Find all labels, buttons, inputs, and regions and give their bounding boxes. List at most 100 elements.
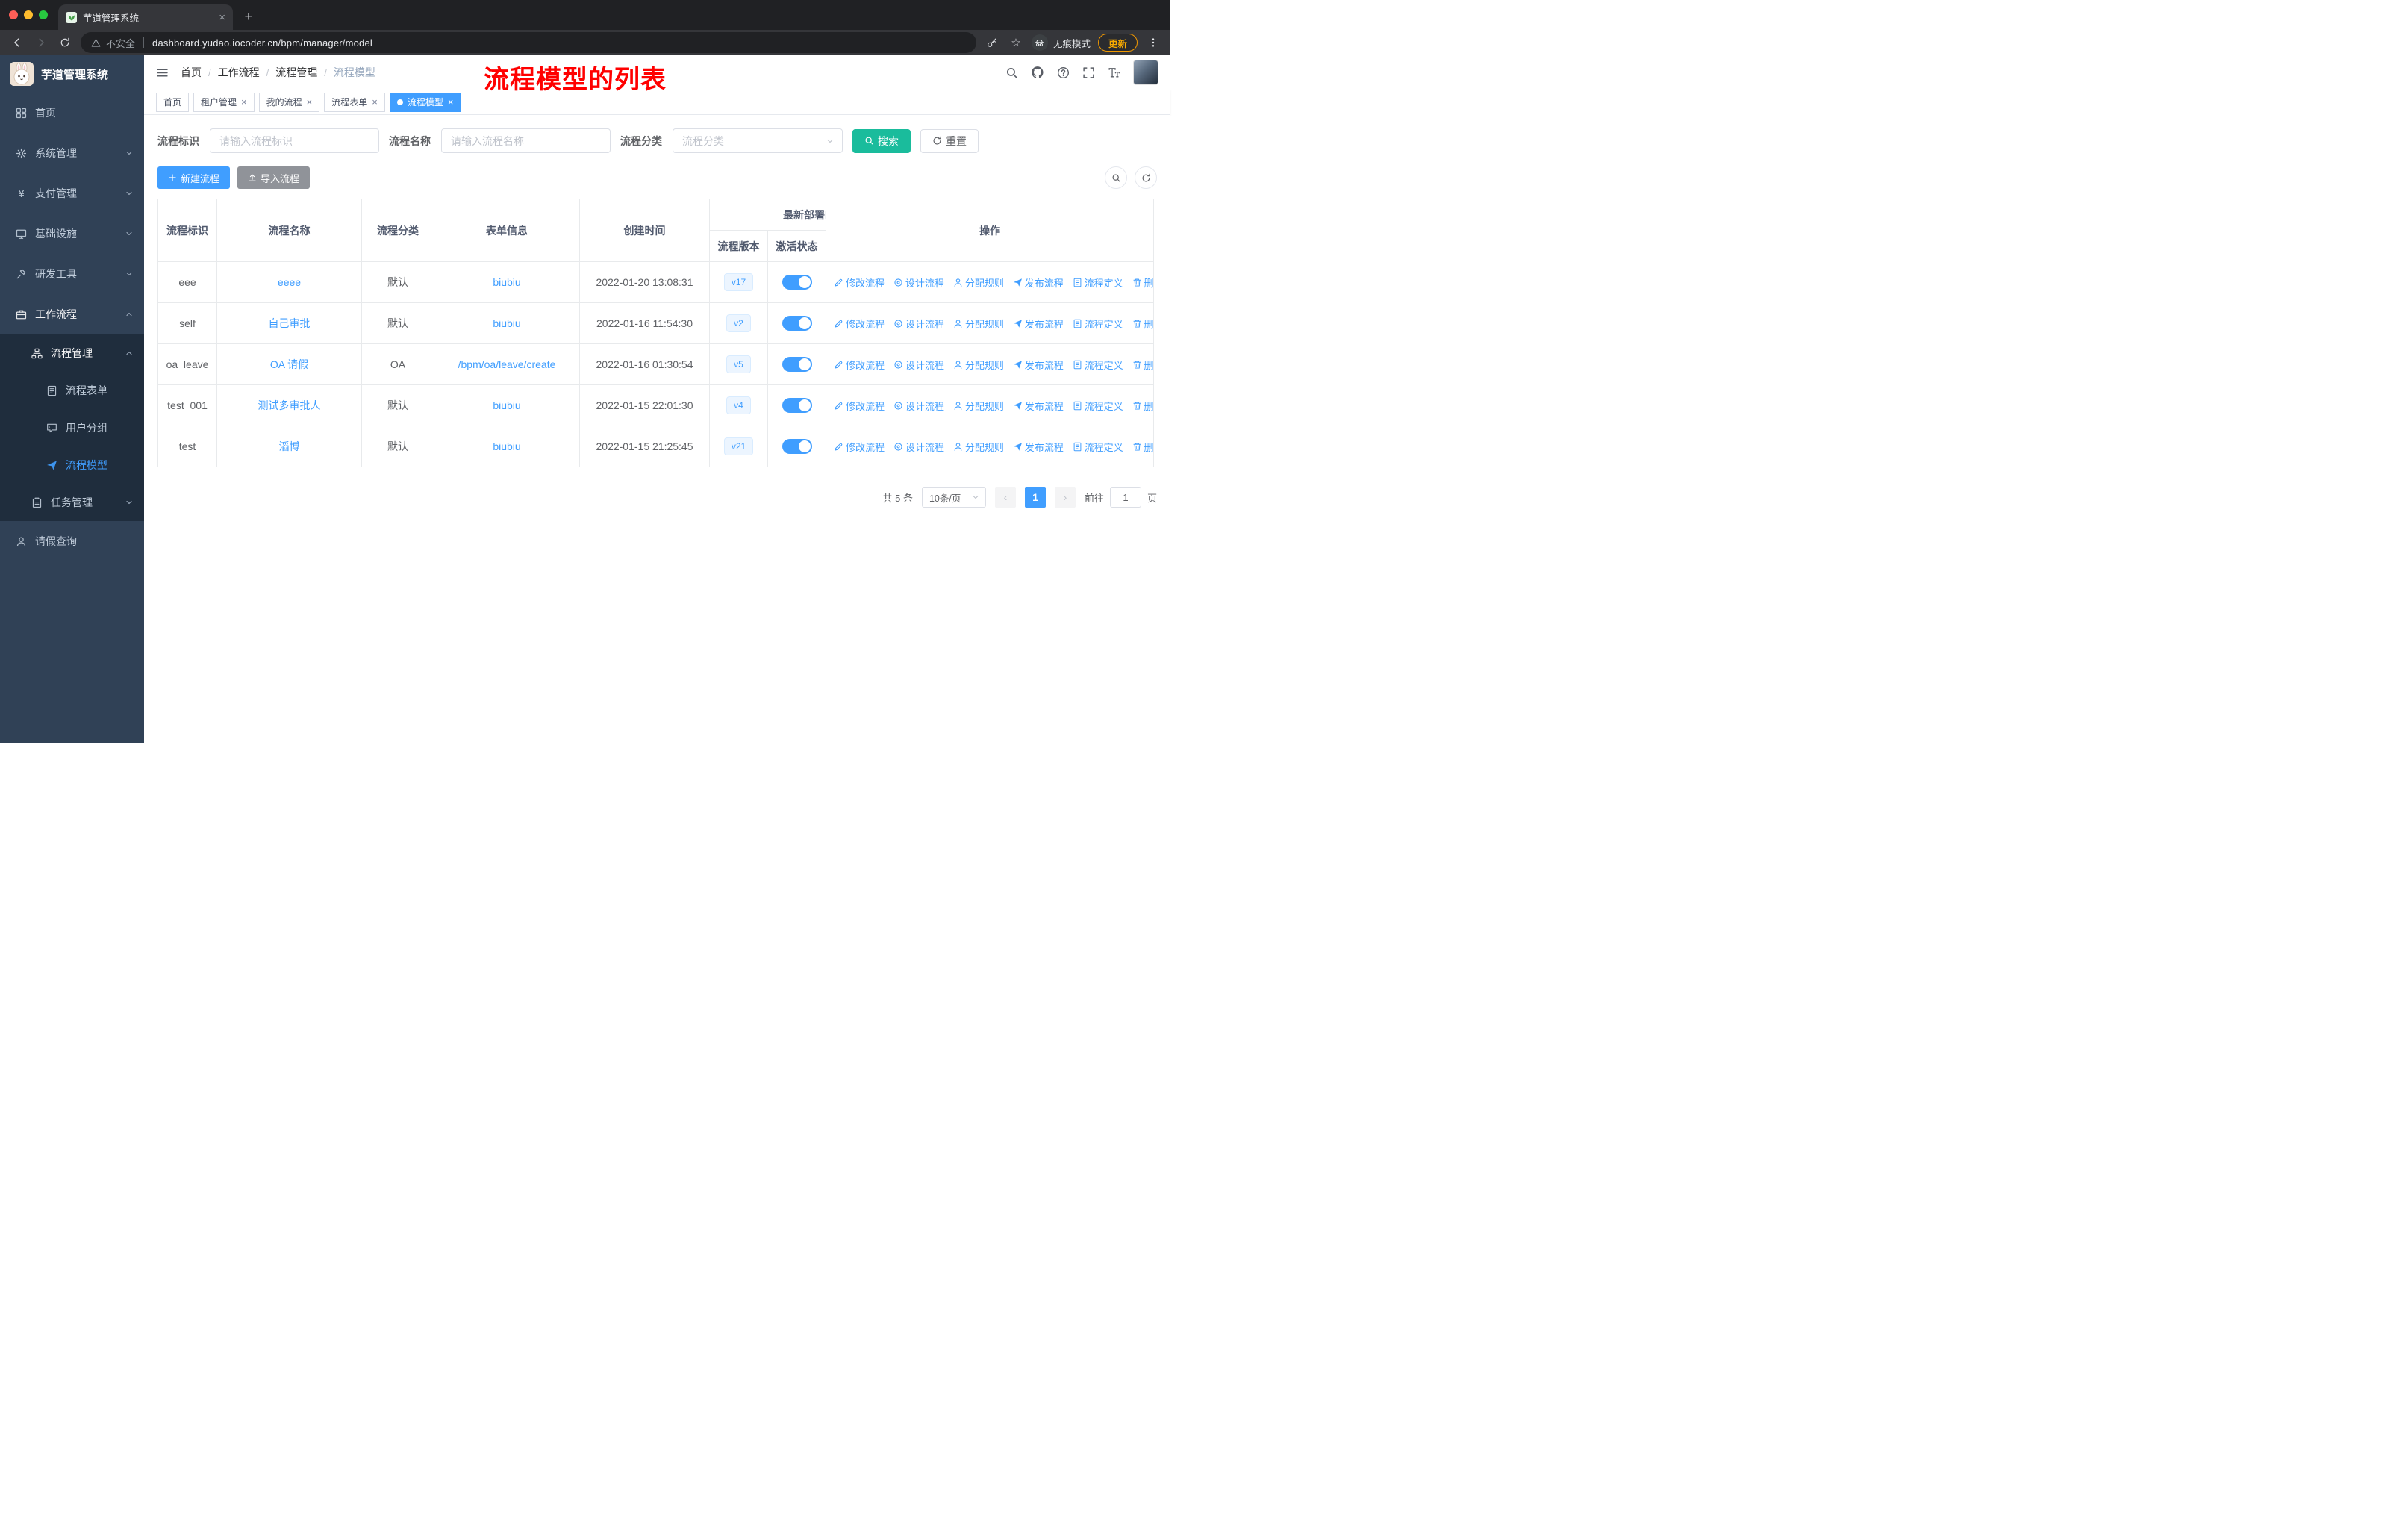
- sidebar-item-leave-query[interactable]: 请假查询: [0, 521, 144, 561]
- search-button[interactable]: 搜索: [852, 128, 911, 153]
- tag-process-model[interactable]: 流程模型 ×: [389, 92, 461, 112]
- active-toggle[interactable]: [782, 275, 812, 290]
- action-modify-link[interactable]: 修改流程: [834, 275, 885, 290]
- search-icon[interactable]: [1005, 66, 1018, 79]
- action-assign-rule-link[interactable]: 分配规则: [953, 317, 1004, 331]
- github-icon[interactable]: [1031, 66, 1044, 79]
- create-process-button[interactable]: 新建流程: [157, 166, 231, 189]
- action-modify-link[interactable]: 修改流程: [834, 399, 885, 413]
- action-definition-link[interactable]: 流程定义: [1073, 275, 1123, 290]
- action-delete-link[interactable]: 删除: [1132, 440, 1153, 454]
- tag-tenant-management[interactable]: 租户管理 ×: [193, 92, 255, 112]
- next-page-button[interactable]: ›: [1054, 487, 1076, 508]
- form-info-link[interactable]: biubiu: [493, 276, 520, 288]
- active-toggle[interactable]: [782, 316, 812, 331]
- browser-tab[interactable]: 芋道管理系统 ×: [58, 4, 233, 30]
- action-publish-link[interactable]: 发布流程: [1013, 317, 1064, 331]
- action-modify-link[interactable]: 修改流程: [834, 440, 885, 454]
- breadcrumb-home[interactable]: 首页: [181, 65, 202, 80]
- page-size-select[interactable]: 10条/页: [921, 487, 986, 508]
- action-definition-link[interactable]: 流程定义: [1073, 317, 1123, 331]
- form-info-link[interactable]: biubiu: [493, 399, 520, 411]
- sidebar-item-devtools[interactable]: 研发工具: [0, 254, 144, 294]
- sidebar-item-task-management[interactable]: 任务管理: [0, 484, 144, 521]
- action-assign-rule-link[interactable]: 分配规则: [953, 399, 1004, 413]
- active-toggle[interactable]: [782, 398, 812, 413]
- bookmark-star-icon[interactable]: ☆: [1008, 34, 1024, 51]
- tag-close-icon[interactable]: ×: [448, 97, 454, 107]
- sidebar-item-process-form[interactable]: 流程表单: [0, 372, 144, 409]
- action-definition-link[interactable]: 流程定义: [1073, 399, 1123, 413]
- tag-close-icon[interactable]: ×: [241, 97, 247, 107]
- filter-category-select[interactable]: 流程分类: [673, 128, 843, 153]
- sidebar-item-payment[interactable]: ¥ 支付管理: [0, 173, 144, 214]
- sidebar-item-home[interactable]: 首页: [0, 93, 144, 133]
- goto-page-input[interactable]: [1109, 487, 1141, 508]
- process-name-link[interactable]: OA 请假: [270, 358, 308, 370]
- toggle-search-button[interactable]: [1105, 166, 1127, 189]
- filter-name-input[interactable]: [441, 128, 611, 153]
- action-modify-link[interactable]: 修改流程: [834, 358, 885, 372]
- sidebar-item-workflow[interactable]: 工作流程: [0, 294, 144, 334]
- help-icon[interactable]: [1057, 66, 1070, 79]
- form-info-link[interactable]: biubiu: [493, 440, 520, 452]
- password-key-icon[interactable]: [984, 34, 1000, 51]
- form-info-link[interactable]: /bpm/oa/leave/create: [458, 358, 556, 370]
- action-assign-rule-link[interactable]: 分配规则: [953, 275, 1004, 290]
- action-design-link[interactable]: 设计流程: [893, 440, 944, 454]
- window-minimize-button[interactable]: [24, 10, 33, 19]
- process-name-link[interactable]: 测试多审批人: [258, 399, 321, 411]
- action-publish-link[interactable]: 发布流程: [1013, 358, 1064, 372]
- action-design-link[interactable]: 设计流程: [893, 358, 944, 372]
- action-publish-link[interactable]: 发布流程: [1013, 399, 1064, 413]
- breadcrumb-workflow[interactable]: 工作流程: [218, 65, 260, 80]
- reset-button[interactable]: 重置: [920, 128, 979, 153]
- import-process-button[interactable]: 导入流程: [237, 166, 311, 189]
- breadcrumb-process-management[interactable]: 流程管理: [275, 65, 317, 80]
- refresh-table-button[interactable]: [1135, 166, 1157, 189]
- sidebar-item-process-model[interactable]: 流程模型: [0, 446, 144, 484]
- new-tab-button[interactable]: +: [239, 7, 258, 27]
- action-delete-link[interactable]: 删除: [1132, 358, 1153, 372]
- sidebar-item-user-group[interactable]: 用户分组: [0, 409, 144, 446]
- action-delete-link[interactable]: 删除: [1132, 275, 1153, 290]
- user-avatar[interactable]: [1133, 60, 1158, 85]
- filter-key-input[interactable]: [210, 128, 379, 153]
- active-toggle[interactable]: [782, 357, 812, 372]
- forward-button[interactable]: [33, 34, 49, 51]
- prev-page-button[interactable]: ‹: [994, 487, 1016, 508]
- fullscreen-icon[interactable]: [1082, 66, 1095, 79]
- tag-process-form[interactable]: 流程表单 ×: [324, 92, 385, 112]
- action-delete-link[interactable]: 删除: [1132, 317, 1153, 331]
- process-name-link[interactable]: 自己审批: [269, 317, 311, 329]
- page-number-button[interactable]: 1: [1024, 487, 1046, 508]
- process-name-link[interactable]: 滔博: [279, 440, 300, 452]
- sidebar-item-infrastructure[interactable]: 基础设施: [0, 214, 144, 254]
- tab-close-icon[interactable]: ×: [219, 12, 225, 23]
- browser-update-button[interactable]: 更新: [1097, 34, 1138, 52]
- form-info-link[interactable]: biubiu: [493, 317, 520, 329]
- sidebar-item-system[interactable]: 系统管理: [0, 133, 144, 173]
- address-bar[interactable]: 不安全 dashboard.yudao.iocoder.cn/bpm/manag…: [81, 32, 976, 53]
- window-zoom-button[interactable]: [39, 10, 48, 19]
- reload-button[interactable]: [57, 34, 73, 51]
- action-publish-link[interactable]: 发布流程: [1013, 440, 1064, 454]
- action-assign-rule-link[interactable]: 分配规则: [953, 440, 1004, 454]
- active-toggle[interactable]: [782, 439, 812, 454]
- tag-my-process[interactable]: 我的流程 ×: [258, 92, 320, 112]
- action-publish-link[interactable]: 发布流程: [1013, 275, 1064, 290]
- tag-close-icon[interactable]: ×: [307, 97, 313, 107]
- action-design-link[interactable]: 设计流程: [893, 275, 944, 290]
- action-design-link[interactable]: 设计流程: [893, 399, 944, 413]
- collapse-menu-icon[interactable]: [156, 66, 169, 79]
- action-definition-link[interactable]: 流程定义: [1073, 358, 1123, 372]
- window-close-button[interactable]: [9, 10, 18, 19]
- tag-close-icon[interactable]: ×: [372, 97, 378, 107]
- action-design-link[interactable]: 设计流程: [893, 317, 944, 331]
- tag-home[interactable]: 首页: [156, 92, 190, 112]
- browser-menu-icon[interactable]: [1145, 34, 1161, 51]
- process-name-link[interactable]: eeee: [278, 276, 301, 288]
- back-button[interactable]: [9, 34, 25, 51]
- action-assign-rule-link[interactable]: 分配规则: [953, 358, 1004, 372]
- action-definition-link[interactable]: 流程定义: [1073, 440, 1123, 454]
